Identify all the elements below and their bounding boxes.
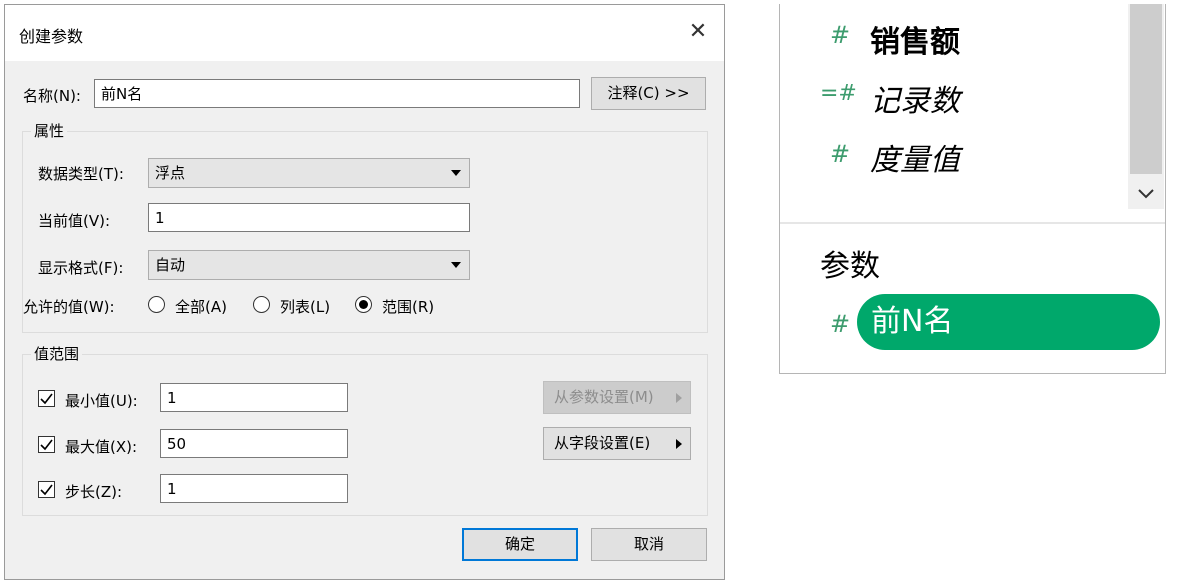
radio-list-label[interactable]: 列表(L): [280, 296, 330, 317]
fields-list: # 销售额 =# 记录数 # 度量值: [780, 4, 1165, 222]
from-parameter-button: 从参数设置(M): [543, 381, 691, 414]
from-parameter-label: 从参数设置(M): [554, 388, 654, 406]
min-checkbox[interactable]: [38, 390, 55, 407]
properties-title: 属性: [31, 120, 68, 141]
min-label: 最小值(U):: [65, 392, 138, 410]
field-sales[interactable]: 销售额: [870, 17, 960, 61]
data-type-value: 浮点: [155, 164, 186, 182]
ok-button[interactable]: 确定: [462, 528, 578, 561]
hash-derived-icon: =#: [820, 81, 857, 106]
display-format-label: 显示格式(F):: [38, 259, 124, 277]
arrow-right-icon: [676, 393, 682, 403]
data-pane: # 销售额 =# 记录数 # 度量值 参数 # 前N名: [779, 4, 1166, 374]
checkmark-icon: [40, 439, 53, 451]
scrollbar-thumb[interactable]: [1130, 4, 1162, 174]
display-format-value: 自动: [155, 256, 186, 274]
hash-icon: #: [830, 21, 851, 49]
current-value-input[interactable]: [148, 203, 470, 232]
data-type-label: 数据类型(T):: [38, 165, 124, 183]
dialog-title: 创建参数: [19, 27, 84, 46]
hash-icon: #: [830, 310, 851, 338]
field-record-count[interactable]: 记录数: [870, 76, 960, 120]
from-field-button[interactable]: 从字段设置(E): [543, 427, 691, 460]
radio-list[interactable]: [253, 296, 270, 313]
data-type-select[interactable]: 浮点: [148, 158, 470, 188]
step-checkbox[interactable]: [38, 481, 55, 498]
parameter-pill[interactable]: 前N名: [857, 294, 1160, 350]
radio-all-label[interactable]: 全部(A): [175, 296, 227, 317]
display-format-select[interactable]: 自动: [148, 250, 470, 280]
parameters-title: 参数: [820, 249, 880, 284]
max-value-input[interactable]: [160, 429, 348, 458]
max-checkbox[interactable]: [38, 436, 55, 453]
from-field-label: 从字段设置(E): [554, 434, 651, 452]
arrow-right-icon: [676, 439, 682, 449]
max-label: 最大值(X):: [65, 438, 138, 456]
dialog-titlebar: 创建参数 ✕: [5, 5, 724, 61]
radio-range[interactable]: [355, 296, 372, 313]
allowed-values-label: 允许的值(W):: [23, 298, 115, 316]
value-range-title: 值范围: [31, 343, 83, 364]
name-input[interactable]: [94, 79, 580, 108]
checkmark-icon: [40, 393, 53, 405]
dropdown-arrow-icon: [451, 262, 461, 268]
parameter-label: 前N名: [871, 304, 954, 339]
create-parameter-dialog: 创建参数 ✕ 名称(N): 注释(C) >> 属性 数据类型(T): 浮点 当前…: [4, 4, 725, 580]
step-value-input[interactable]: [160, 474, 348, 503]
name-label: 名称(N):: [23, 87, 81, 105]
dropdown-arrow-icon: [451, 170, 461, 176]
radio-all[interactable]: [148, 296, 165, 313]
comment-button[interactable]: 注释(C) >>: [591, 77, 706, 110]
radio-range-label[interactable]: 范围(R): [382, 296, 434, 317]
current-value-label: 当前值(V):: [38, 212, 111, 230]
step-label: 步长(Z):: [65, 483, 123, 501]
min-value-input[interactable]: [160, 383, 348, 412]
scrollbar[interactable]: [1128, 4, 1164, 209]
cancel-button[interactable]: 取消: [591, 528, 707, 561]
close-icon[interactable]: ✕: [685, 19, 711, 45]
field-measure-values[interactable]: 度量值: [870, 135, 960, 179]
checkmark-icon: [40, 484, 53, 496]
hash-icon: #: [830, 140, 851, 168]
section-divider: [780, 222, 1165, 224]
chevron-down-icon[interactable]: [1137, 188, 1155, 200]
